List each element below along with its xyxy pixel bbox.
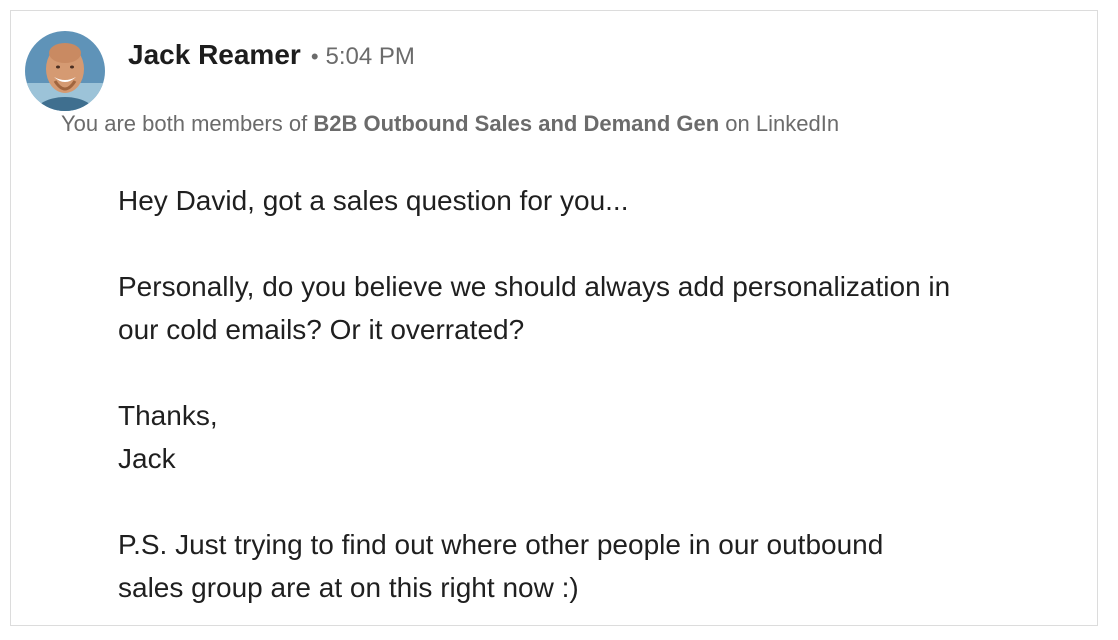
message-ps-line-1: P.S. Just trying to find out where other…: [118, 529, 884, 560]
message-question-line-1: Personally, do you believe we should alw…: [118, 271, 951, 302]
sender-name[interactable]: Jack Reamer: [128, 39, 301, 71]
sender-header: Jack Reamer • 5:04 PM: [128, 39, 415, 71]
message-body: Hey David, got a sales question for you.…: [118, 179, 1098, 609]
group-name[interactable]: B2B Outbound Sales and Demand Gen: [313, 111, 719, 136]
separator-dot: •: [310, 44, 319, 69]
message-question-line-2: our cold emails? Or it overrated?: [118, 314, 525, 345]
message-ps-line-2: sales group are at on this right now :): [118, 572, 579, 603]
message-timestamp: 5:04 PM: [325, 43, 415, 70]
message-signoff: Thanks,: [118, 400, 218, 431]
message-signature: Jack: [118, 443, 176, 474]
avatar-photo: [25, 31, 105, 111]
context-prefix: You are both members of: [61, 111, 314, 136]
context-suffix: on LinkedIn: [719, 111, 840, 136]
message-card: Jack Reamer • 5:04 PM You are both membe…: [10, 10, 1098, 626]
message-greeting: Hey David, got a sales question for you.…: [118, 185, 629, 216]
shared-group-notice: You are both members of B2B Outbound Sal…: [61, 111, 839, 137]
avatar[interactable]: [25, 31, 105, 111]
